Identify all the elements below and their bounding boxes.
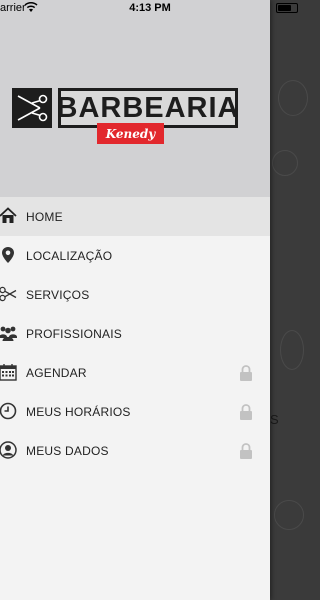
menu-item-profissionais[interactable]: PROFISSIONAIS	[0, 314, 270, 353]
navigation-drawer: BARBEARIA Kenedy HOME LOCALIZAÇÃO SERVIÇ…	[0, 0, 270, 600]
menu-item-label: MEUS DADOS	[26, 443, 109, 458]
background-doodle	[272, 150, 298, 176]
clock-icon	[0, 402, 17, 420]
scissors-icon	[0, 285, 17, 303]
menu-item-servicos[interactable]: SERVIÇOS	[0, 275, 270, 314]
drawer-menu: HOME LOCALIZAÇÃO SERVIÇOS PROFISSIONAIS …	[0, 197, 270, 470]
menu-item-label: HOME	[26, 209, 63, 224]
background-doodle	[274, 500, 304, 530]
home-icon	[0, 207, 17, 225]
user-icon	[0, 441, 17, 459]
drawer-header: BARBEARIA Kenedy	[0, 0, 270, 197]
lock-icon	[239, 365, 253, 381]
scissors-logo-icon	[12, 88, 52, 128]
menu-item-label: SERVIÇOS	[26, 287, 90, 302]
menu-item-label: PROFISSIONAIS	[26, 326, 122, 341]
location-pin-icon	[0, 246, 17, 264]
lock-icon	[239, 404, 253, 420]
lock-icon	[239, 443, 253, 459]
brand-name: BARBEARIA	[56, 91, 240, 124]
menu-item-label: MEUS HORÁRIOS	[26, 404, 131, 419]
brand-wordmark-box: BARBEARIA	[56, 88, 240, 128]
status-bar: arrier 4:13 PM	[0, 0, 300, 20]
menu-item-label: AGENDAR	[26, 365, 87, 380]
battery-icon	[276, 3, 298, 13]
background-doodle	[278, 80, 308, 116]
background-doodle	[280, 330, 304, 370]
brand-subtitle-badge: Kenedy	[97, 123, 164, 144]
menu-item-home[interactable]: HOME	[0, 197, 270, 236]
status-time: 4:13 PM	[129, 2, 171, 14]
menu-item-localizacao[interactable]: LOCALIZAÇÃO	[0, 236, 270, 275]
menu-item-meus-horarios[interactable]: MEUS HORÁRIOS	[0, 392, 270, 431]
calendar-icon	[0, 363, 17, 381]
menu-item-meus-dados[interactable]: MEUS DADOS	[0, 431, 270, 470]
background-text-fragment: S	[270, 412, 279, 427]
menu-item-label: LOCALIZAÇÃO	[26, 248, 113, 263]
people-icon	[0, 324, 17, 342]
menu-item-agendar[interactable]: AGENDAR	[0, 353, 270, 392]
